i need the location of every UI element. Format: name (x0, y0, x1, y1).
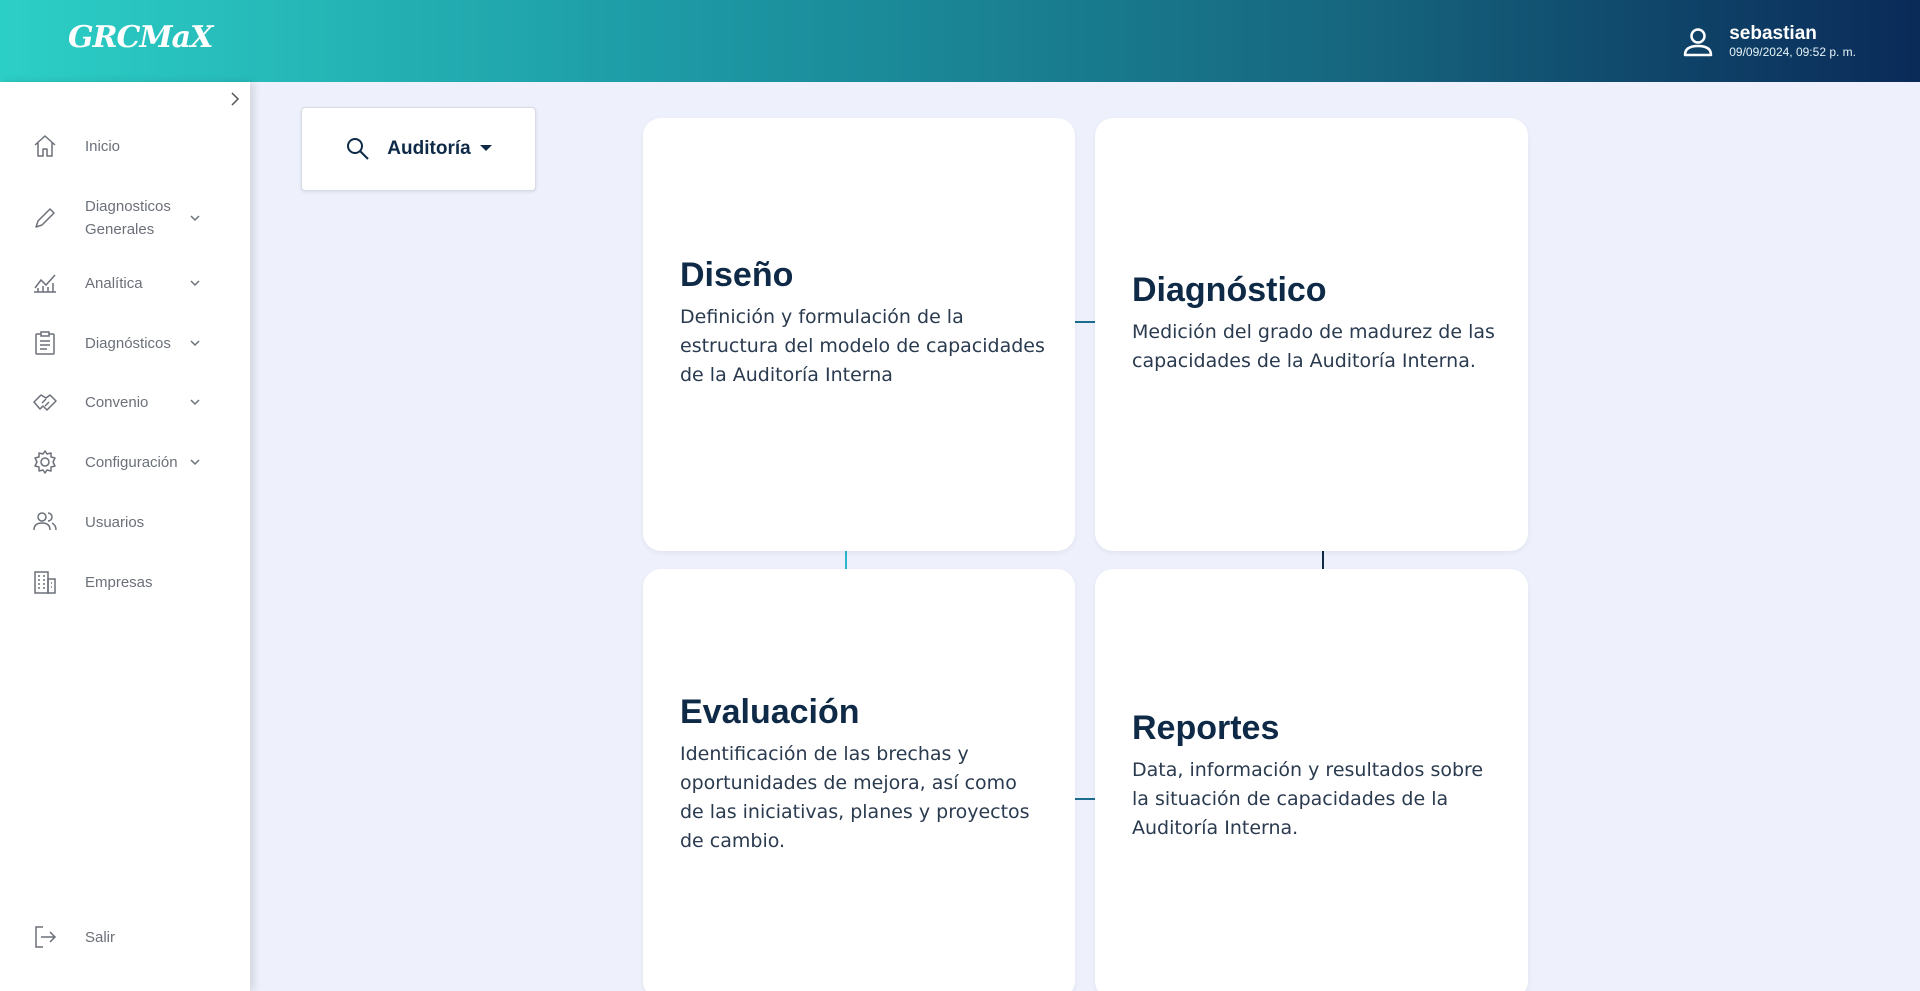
card-title: Diseño (680, 256, 794, 294)
chevron-down-icon (188, 276, 202, 290)
sidebar-item-label: Inicio (85, 137, 121, 155)
logout-button[interactable]: Salir (32, 924, 242, 950)
selected-module: Auditoría (387, 138, 471, 159)
card-reportes[interactable]: Reportes Data, información y resultados … (1095, 569, 1528, 991)
sidebar-item-label: Usuarios (85, 513, 145, 531)
chevron-down-icon (188, 455, 202, 469)
connector-line (1075, 321, 1095, 323)
chevron-down-icon (188, 211, 202, 225)
card-description: Definición y formulación de la estructur… (680, 306, 1045, 386)
chart-line-icon (32, 270, 58, 296)
sidebar-item-label: Configuración (85, 453, 178, 471)
sidebar-item-usuarios[interactable]: Usuarios (32, 509, 242, 535)
card-diagnostico[interactable]: Diagnóstico Medición del grado de madure… (1095, 118, 1528, 551)
home-icon (32, 133, 58, 159)
module-search-dropdown[interactable]: Auditoría (301, 107, 536, 191)
gear-icon (32, 449, 58, 475)
user-datetime: 09/09/2024, 09:52 p. m. (1729, 45, 1856, 59)
connector-line (1322, 551, 1324, 569)
card-evaluacion[interactable]: Evaluación Identificación de las brechas… (643, 569, 1075, 991)
card-title: Reportes (1132, 709, 1280, 747)
sidebar: Inicio Diagnosticos Generales Analítica … (0, 82, 250, 991)
sidebar-item-label: Diagnosticos Generales (85, 198, 171, 238)
card-diseno[interactable]: Diseño Definición y formulación de la es… (643, 118, 1075, 551)
chevron-down-icon (188, 395, 202, 409)
building-icon (32, 569, 58, 595)
logout-icon (32, 924, 58, 950)
sidebar-item-configuracion[interactable]: Configuración (32, 449, 242, 475)
user-name: sebastian (1729, 23, 1817, 44)
card-title: Evaluación (680, 693, 860, 731)
sidebar-item-analitica[interactable]: Analítica (32, 270, 242, 296)
connector-line (845, 551, 847, 569)
sidebar-item-inicio[interactable]: Inicio (32, 133, 242, 159)
card-title: Diagnóstico (1132, 271, 1327, 309)
card-description: Medición del grado de madurez de las cap… (1132, 321, 1495, 372)
logout-label: Salir (85, 928, 116, 946)
sidebar-item-label: Diagnósticos (85, 334, 171, 352)
sidebar-item-empresas[interactable]: Empresas (32, 569, 242, 595)
caret-down-icon (479, 145, 492, 151)
card-description: Identificación de las brechas y oportuni… (680, 743, 1030, 852)
users-icon (32, 509, 58, 535)
user-icon (1683, 28, 1713, 57)
card-description: Data, información y resultados sobre la … (1132, 759, 1484, 839)
search-icon (347, 138, 370, 160)
sidebar-item-label: Empresas (85, 573, 153, 591)
connector-line (1075, 798, 1095, 800)
sidebar-item-diagnosticos[interactable]: Diagnósticos (32, 330, 242, 356)
sidebar-item-label: Analítica (85, 274, 143, 292)
clipboard-icon (32, 330, 58, 356)
sidebar-item-diagnosticos-generales[interactable]: Diagnosticos Generales (32, 195, 242, 241)
sidebar-item-label: Convenio (85, 393, 149, 411)
user-menu[interactable]: sebastian 09/09/2024, 09:52 p. m. (1681, 24, 1856, 60)
top-header: GRCMaX sebastian 09/09/2024, 09:52 p. m. (0, 0, 1920, 82)
handshake-icon (32, 389, 58, 415)
chevron-right-icon[interactable] (226, 90, 244, 108)
chevron-down-icon (188, 336, 202, 350)
pencil-icon (32, 205, 58, 231)
sidebar-item-convenio[interactable]: Convenio (32, 389, 242, 415)
app-logo[interactable]: GRCMaX (68, 20, 213, 55)
